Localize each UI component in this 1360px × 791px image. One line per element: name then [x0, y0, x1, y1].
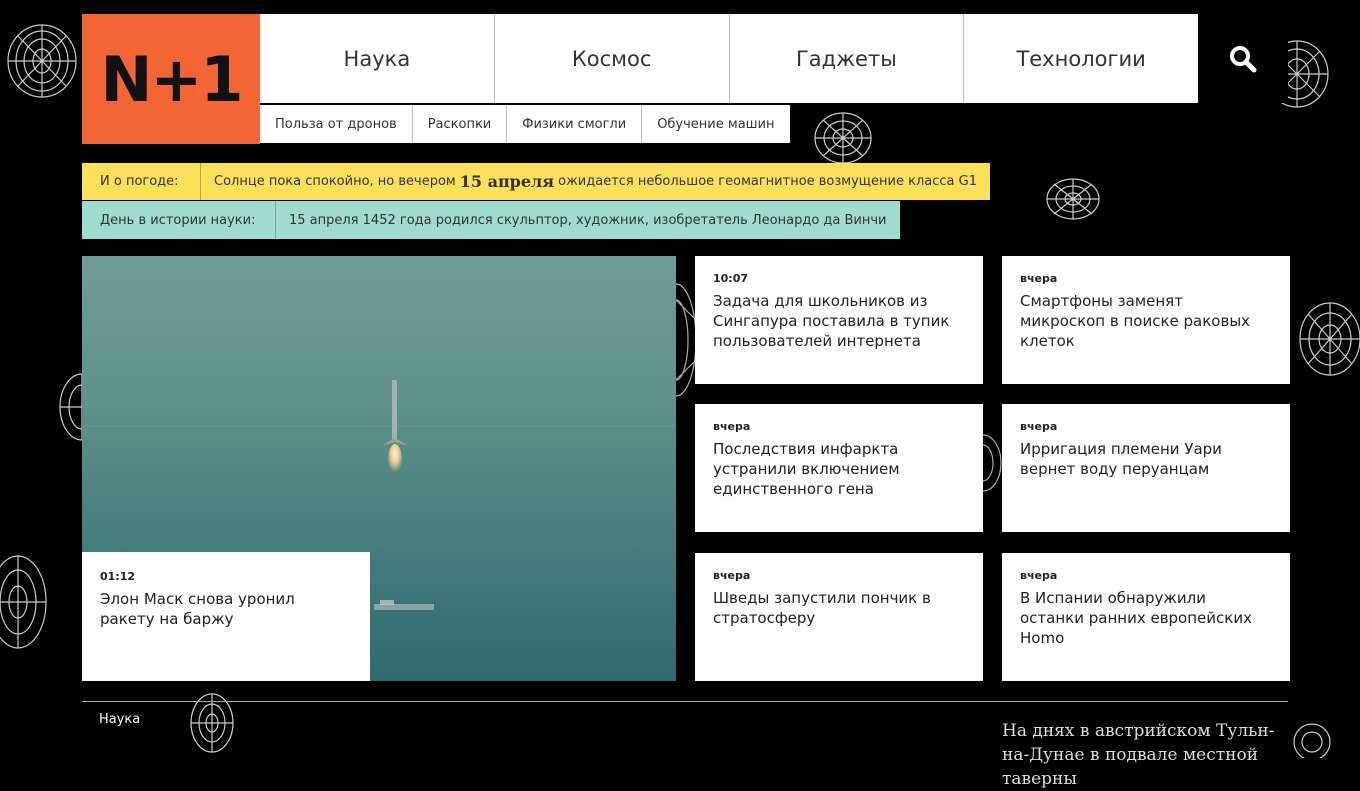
hero-article[interactable]: 01:12 Элон Маск снова уронил ракету на б…: [82, 256, 676, 681]
main-nav: Наука Космос Гаджеты Технологии: [260, 14, 1198, 103]
history-strip[interactable]: День в истории науки: 15 апреля 1452 год…: [82, 201, 900, 239]
news-card[interactable]: вчера В Испании обнаружили останки ранни…: [1002, 553, 1290, 681]
search-icon: [1230, 45, 1257, 72]
nav-item-gadzhety[interactable]: Гаджеты: [728, 14, 964, 103]
card-title: Последствия инфаркта устранили включение…: [713, 440, 900, 498]
hero-caption: 01:12 Элон Маск снова уронил ракету на б…: [82, 552, 370, 681]
card-title: Смартфоны заменят микроскоп в поиске рак…: [1020, 292, 1251, 350]
shell-decoration: [4, 16, 80, 106]
weather-text-after: ожидается небольшое геомагнитное возмуще…: [558, 174, 977, 189]
section-divider: [82, 701, 1288, 702]
subnav-item-excavations[interactable]: Раскопки: [411, 105, 507, 143]
card-time: вчера: [1020, 569, 1058, 582]
nav-item-tekhnologii[interactable]: Технологии: [963, 14, 1198, 103]
subnav-item-drones[interactable]: Польза от дронов: [260, 105, 412, 143]
shell-decoration: [1044, 176, 1102, 222]
logo-text: N+1: [100, 42, 244, 116]
nav-item-nauka[interactable]: Наука: [260, 14, 494, 103]
card-title: В Испании обнаружили останки ранних евро…: [1020, 589, 1252, 647]
weather-text-before: Солнце пока спокойно, но вечером: [214, 174, 456, 189]
hero-time: 01:12: [100, 570, 136, 583]
site-logo[interactable]: N+1: [82, 14, 260, 144]
news-card[interactable]: вчера Шведы запустили пончик в стратосфе…: [695, 553, 983, 681]
weather-strip[interactable]: И о погоде: Солнце пока спокойно, но веч…: [82, 163, 990, 200]
subnav-item-physicists[interactable]: Физики смогли: [506, 105, 641, 143]
news-card[interactable]: вчера Ирригация племени Уари вернет воду…: [1002, 404, 1290, 532]
shell-decoration: [812, 110, 874, 166]
news-card[interactable]: вчера Смартфоны заменят микроскоп в поис…: [1002, 256, 1290, 384]
card-title: Шведы запустили пончик в стратосферу: [713, 589, 931, 627]
card-title: Задача для школьников из Сингапура поста…: [713, 292, 950, 350]
shell-decoration: [1292, 718, 1332, 758]
card-time: вчера: [713, 420, 751, 433]
shell-decoration: [983, 432, 1003, 494]
teaser-text[interactable]: На днях в австрийском Тульн-на-Дунае в п…: [1002, 719, 1287, 791]
news-card[interactable]: 10:07 Задача для школьников из Сингапура…: [695, 256, 983, 384]
subnav-item-machine-learning[interactable]: Обучение машин: [641, 105, 789, 143]
card-time: вчера: [1020, 272, 1058, 285]
news-card[interactable]: вчера Последствия инфаркта устранили вкл…: [695, 404, 983, 532]
section-label[interactable]: Наука: [99, 712, 140, 727]
shell-decoration: [56, 370, 84, 444]
shell-decoration: [0, 550, 50, 654]
weather-date: 15 апреля: [459, 172, 555, 191]
shell-decoration: [1290, 298, 1360, 380]
card-time: 10:07: [713, 272, 749, 285]
weather-text: Солнце пока спокойно, но вечером 15 апре…: [200, 163, 990, 200]
history-label: День в истории науки:: [100, 212, 256, 228]
history-text: 15 апреля 1452 года родился скульптор, х…: [275, 201, 900, 239]
weather-label: И о погоде:: [100, 174, 179, 189]
search-button[interactable]: [1198, 14, 1288, 103]
shell-decoration: [188, 690, 236, 756]
card-title: Ирригация племени Уари вернет воду перуа…: [1020, 440, 1222, 478]
card-time: вчера: [1020, 420, 1058, 433]
nav-item-kosmos[interactable]: Космос: [493, 14, 729, 103]
sub-nav: Польза от дронов Раскопки Физики смогли …: [260, 105, 790, 143]
hero-title: Элон Маск снова уронил ракету на баржу: [100, 590, 295, 628]
card-time: вчера: [713, 569, 751, 582]
